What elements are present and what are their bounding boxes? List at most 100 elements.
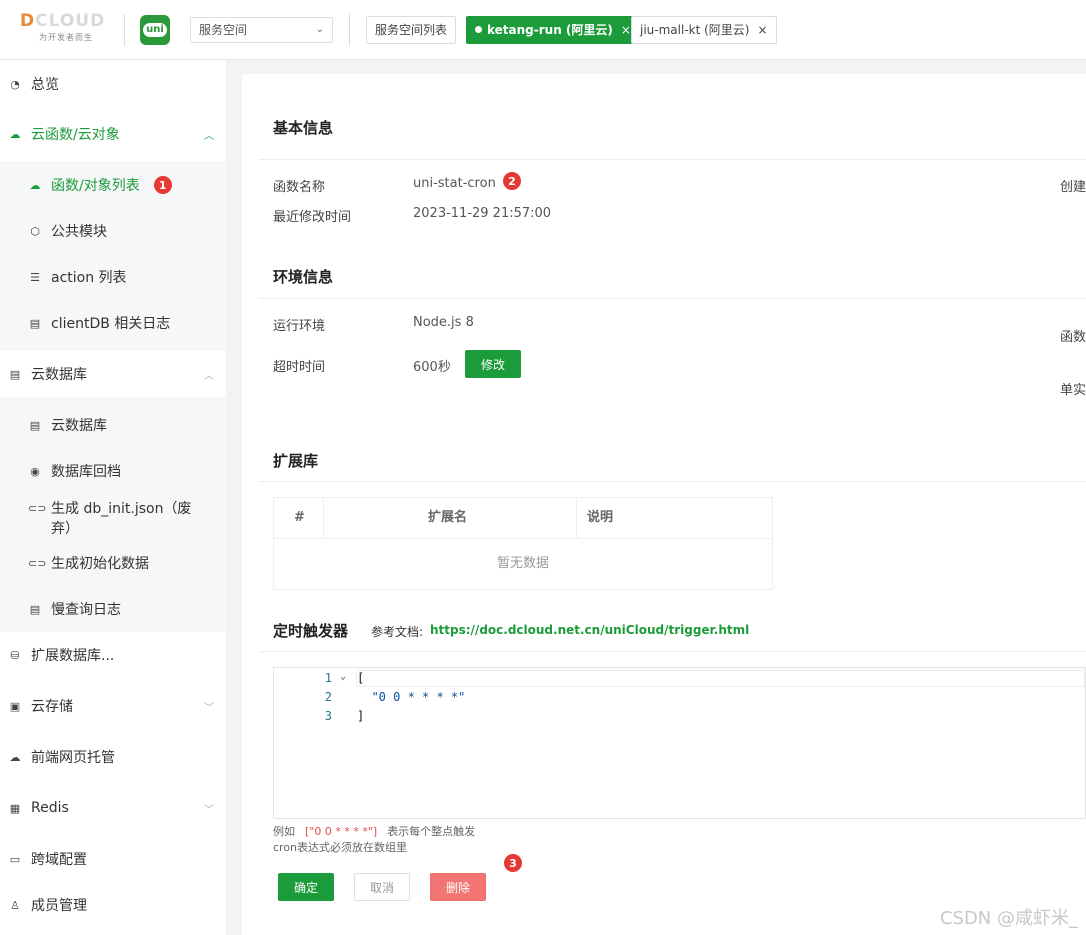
link-icon: ⊂⊃ bbox=[28, 502, 47, 515]
sidebar-item-members[interactable]: ♙ 成员管理 bbox=[0, 882, 226, 928]
code-line: "0 0 * * * *" bbox=[357, 690, 466, 704]
sidebar-item-label: 云存储 bbox=[31, 699, 73, 715]
cron-hint-line2: cron表达式必须放在数组里 bbox=[273, 841, 408, 854]
sidebar-item-label: clientDB 相关日志 bbox=[51, 316, 171, 332]
tab-space-list[interactable]: 服务空间列表 bbox=[366, 16, 457, 44]
cron-code-editor[interactable]: 1 ⌄ 2 3 [ "0 0 * * * *" ] bbox=[273, 667, 1086, 819]
hint-example: ["0 0 * * * *"] bbox=[305, 825, 378, 838]
divider bbox=[259, 159, 1086, 160]
confirm-button[interactable]: 确定 bbox=[278, 873, 334, 901]
close-icon[interactable]: × bbox=[621, 23, 631, 37]
timeout-value: 600秒 bbox=[413, 360, 451, 375]
space-select[interactable]: 服务空间 ⌄ bbox=[190, 17, 333, 43]
uni-logo[interactable]: uni bbox=[140, 15, 170, 45]
space-select-value: 服务空间 bbox=[199, 23, 248, 37]
chevron-up-icon: ︿ bbox=[204, 130, 214, 142]
sidebar-item-label: 跨域配置 bbox=[31, 852, 87, 868]
cloud-icon: ☁ bbox=[9, 127, 21, 141]
column-divider bbox=[323, 498, 324, 538]
sidebar-item-cloud-functions[interactable]: ☁ 云函数/云对象 ︿ bbox=[0, 111, 226, 157]
column-header: # bbox=[294, 510, 305, 525]
log-icon: ▤ bbox=[29, 316, 41, 330]
active-dot-icon bbox=[475, 26, 482, 33]
sidebar-item-function-list[interactable]: ☁ 函数/对象列表 1 bbox=[0, 162, 226, 208]
line-number: 2 bbox=[324, 690, 332, 704]
edit-timeout-button[interactable]: 修改 bbox=[465, 350, 521, 378]
watermark: CSDN @咸虾米_ bbox=[939, 908, 1078, 929]
function-name-value: uni-stat-cron bbox=[413, 176, 496, 191]
sidebar-item-label: 成员管理 bbox=[31, 898, 87, 914]
trigger-title: 定时触发器 bbox=[273, 622, 349, 640]
sidebar-item-label: 公共模块 bbox=[51, 224, 107, 240]
modified-time-label: 最近修改时间 bbox=[273, 210, 352, 225]
sidebar-item-action-list[interactable]: ☰ action 列表 bbox=[0, 254, 226, 300]
link-icon: ⊂⊃ bbox=[28, 556, 47, 570]
sidebar-item-init-data[interactable]: ⊂⊃ 生成初始化数据 bbox=[0, 540, 226, 586]
divider bbox=[259, 481, 1086, 482]
close-icon[interactable]: × bbox=[757, 23, 767, 37]
cors-icon: ▭ bbox=[9, 852, 21, 866]
divider bbox=[259, 651, 1086, 652]
sidebar-item-label: 生成初始化数据 bbox=[51, 556, 149, 572]
tab-ketang-run[interactable]: ketang-run (阿里云) × bbox=[466, 16, 640, 44]
sidebar-item-cloud-database[interactable]: ▤ 云数据库 ︿ bbox=[0, 351, 226, 397]
sidebar-item-label: 生成 db_init.json（废 bbox=[51, 501, 192, 517]
sidebar-item-label: Redis bbox=[31, 800, 69, 816]
sidebar-item-clientdb-logs[interactable]: ▤ clientDB 相关日志 bbox=[0, 300, 226, 346]
sidebar-item-label: action 列表 bbox=[51, 270, 127, 286]
runtime-value: Node.js 8 bbox=[413, 315, 474, 330]
created-label: 创建 bbox=[1060, 180, 1086, 195]
table-icon: ▤ bbox=[29, 418, 41, 432]
table-header: # 扩展名 说明 bbox=[274, 498, 772, 539]
sidebar: ◔ 总览 ☁ 云函数/云对象 ︿ ☁ 函数/对象列表 1 ⬡ 公共模块 ☰ action … bbox=[0, 60, 226, 935]
sidebar-item-label: 数据库回档 bbox=[51, 464, 121, 480]
sidebar-item-cloud-storage[interactable]: ▣ 云存储 ﹀ bbox=[0, 683, 226, 729]
code-line: [ bbox=[357, 671, 365, 685]
sidebar-item-label: 云函数/云对象 bbox=[31, 127, 120, 143]
chevron-down-icon: ﹀ bbox=[204, 804, 214, 816]
sidebar-item-slow-query[interactable]: ▤ 慢查询日志 bbox=[0, 586, 226, 632]
delete-button[interactable]: 删除 bbox=[430, 873, 486, 901]
sidebar-item-label: 总览 bbox=[31, 77, 59, 93]
ref-doc-label: 参考文档: bbox=[371, 625, 424, 639]
dcloud-logo[interactable]: DCLOUD 为开发者而生 bbox=[20, 11, 112, 47]
hint-desc: 表示每个整点触发 bbox=[387, 825, 476, 838]
basic-info-title: 基本信息 bbox=[273, 119, 334, 137]
sidebar-item-label-line2: 弃） bbox=[51, 521, 79, 537]
storage-icon: ▣ bbox=[9, 699, 21, 713]
sidebar-item-extended-db[interactable]: ⛁ 扩展数据库... bbox=[0, 632, 226, 678]
current-line-highlight bbox=[356, 670, 1085, 687]
cancel-button[interactable]: 取消 bbox=[354, 873, 410, 901]
column-header: 说明 bbox=[587, 510, 614, 525]
code-line: ] bbox=[357, 709, 365, 723]
extensions-title: 扩展库 bbox=[273, 452, 319, 470]
sidebar-item-redis[interactable]: ▦ Redis ﹀ bbox=[0, 785, 226, 831]
ref-doc-link[interactable]: https://doc.dcloud.net.cn/uniCloud/trigg… bbox=[430, 623, 749, 637]
cube-icon: ⬡ bbox=[30, 224, 40, 238]
redis-icon: ▦ bbox=[9, 801, 21, 815]
fold-chevron-icon[interactable]: ⌄ bbox=[340, 671, 346, 682]
web-icon: ☁ bbox=[9, 750, 21, 764]
line-number: 1 bbox=[324, 671, 332, 685]
editor-gutter: 1 ⌄ 2 3 bbox=[274, 668, 354, 818]
function-detail-card: 基本信息 函数名称 uni-stat-cron 2 最近修改时间 2023-11… bbox=[242, 74, 1086, 935]
sidebar-item-db-restore[interactable]: ◉ 数据库回档 bbox=[0, 448, 226, 494]
tab-jiu-mall-kt[interactable]: jiu-mall-kt (阿里云) × bbox=[631, 16, 777, 44]
single-instance-label: 单实 bbox=[1060, 383, 1086, 398]
line-number: 3 bbox=[324, 709, 332, 723]
sidebar-item-database[interactable]: ▤ 云数据库 bbox=[0, 402, 226, 448]
sidebar-item-cors[interactable]: ▭ 跨域配置 bbox=[0, 836, 226, 882]
divider bbox=[259, 298, 1086, 299]
sidebar-item-label: 扩展数据库... bbox=[31, 648, 115, 664]
divider bbox=[124, 14, 125, 46]
sidebar-item-common-modules[interactable]: ⬡ 公共模块 bbox=[0, 208, 226, 254]
sidebar-item-web-hosting[interactable]: ☁ 前端网页托管 bbox=[0, 734, 226, 780]
sidebar-item-label: 前端网页托管 bbox=[31, 750, 115, 766]
top-bar: DCLOUD 为开发者而生 uni 服务空间 ⌄ 服务空间列表 ketang-r… bbox=[0, 0, 1086, 60]
tab-label: ketang-run (阿里云) bbox=[487, 23, 613, 37]
pie-chart-icon: ◔ bbox=[10, 77, 20, 91]
log-icon: ▤ bbox=[29, 602, 41, 616]
sidebar-item-overview[interactable]: ◔ 总览 bbox=[0, 61, 226, 107]
sidebar-item-db-init[interactable]: ⊂⊃ 生成 db_init.json（废 弃） bbox=[0, 494, 226, 542]
empty-state: 暂无数据 bbox=[496, 556, 549, 571]
